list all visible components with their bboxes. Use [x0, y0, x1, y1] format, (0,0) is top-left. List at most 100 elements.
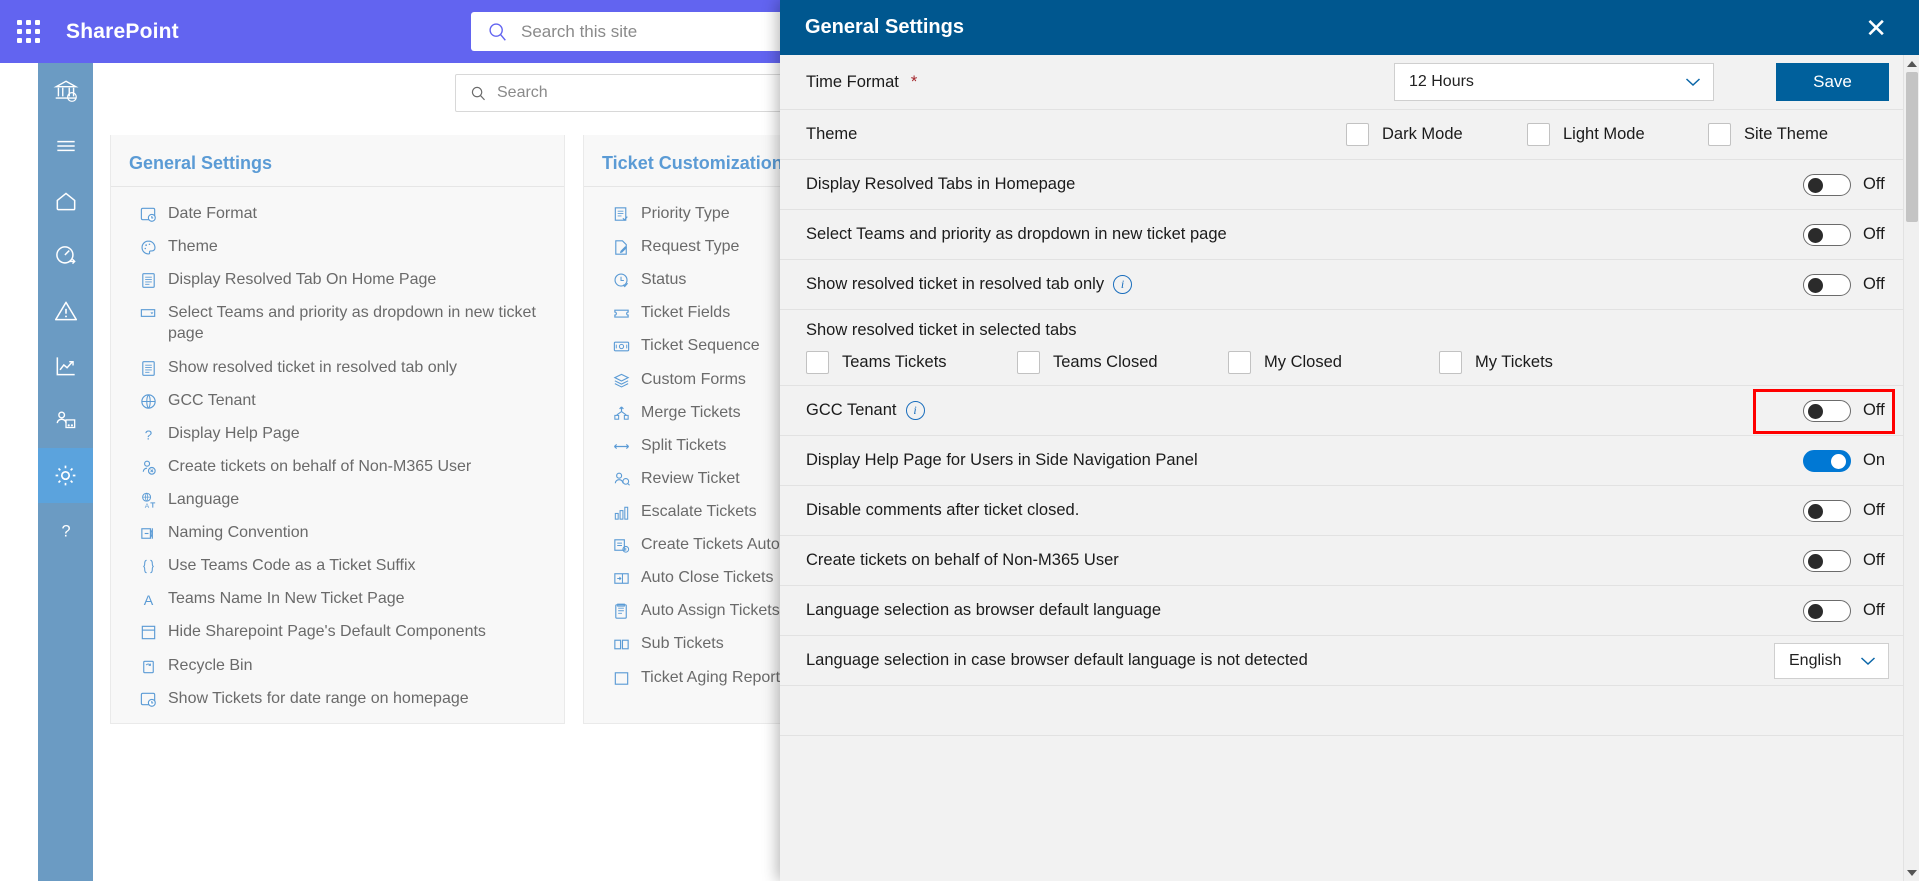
checkbox-dark-mode[interactable]: Dark Mode — [1346, 123, 1527, 146]
list-item[interactable]: Create tickets on behalf of Non-M365 Use… — [111, 450, 564, 483]
language-browser-default-toggle[interactable] — [1803, 599, 1851, 622]
rail-item-analytics[interactable] — [38, 338, 93, 393]
list-item[interactable]: Select Teams and priority as dropdown in… — [111, 296, 564, 350]
layers-icon — [613, 373, 630, 388]
toggle-knob — [1831, 453, 1846, 469]
row-time-format: Time Format * 12 Hours Save — [780, 55, 1903, 110]
panel-scrollbar[interactable] — [1903, 55, 1919, 881]
checkbox-box[interactable] — [1527, 123, 1550, 146]
sharepoint-brand[interactable]: SharePoint — [66, 20, 179, 44]
list-item[interactable]: GCC Tenant — [111, 384, 564, 417]
list-item[interactable]: ? Display Help Page — [111, 417, 564, 450]
info-icon[interactable]: i — [905, 401, 925, 420]
checkbox-teams-closed[interactable]: Teams Closed — [1017, 351, 1228, 374]
checkbox-box[interactable] — [1439, 351, 1462, 374]
gcc-tenant-label: GCC Tenant i — [806, 401, 1779, 420]
checkbox-box[interactable] — [1708, 123, 1731, 146]
review-user-icon — [614, 472, 630, 486]
auto-assign-icon — [615, 603, 627, 620]
merge-icon — [614, 406, 629, 420]
save-button[interactable]: Save — [1776, 63, 1889, 101]
checkbox-label: Site Theme — [1744, 125, 1829, 143]
list-item[interactable]: Show Tickets for date range on homepage — [111, 682, 564, 715]
scroll-down-arrow-icon[interactable] — [1904, 864, 1919, 881]
time-format-select[interactable]: 12 Hours — [1394, 63, 1714, 101]
list-item[interactable]: Use Teams Code as a Ticket Suffix — [111, 549, 564, 582]
toggle-knob — [1808, 603, 1823, 619]
language-fallback-value: English — [1789, 651, 1842, 669]
app-launcher-icon[interactable] — [0, 0, 56, 63]
list-item[interactable]: Recycle Bin — [111, 649, 564, 682]
list-item[interactable]: Theme — [111, 230, 564, 263]
checkbox-teams-tickets[interactable]: Teams Tickets — [806, 351, 1017, 374]
list-item-label: Display Help Page — [168, 424, 300, 442]
rail-item-home[interactable] — [38, 173, 93, 228]
site-search-placeholder: Search this site — [521, 21, 638, 41]
display-resolved-tabs-toggle[interactable] — [1803, 173, 1851, 196]
rail-item-teams[interactable] — [38, 393, 93, 448]
checkbox-my-tickets[interactable]: My Tickets — [1439, 351, 1650, 374]
time-format-label: Time Format * — [806, 73, 1394, 92]
checkbox-box[interactable] — [1017, 351, 1040, 374]
create-tickets-non-m365-toggle[interactable] — [1803, 549, 1851, 572]
toggle-knob — [1808, 403, 1823, 419]
rail-item-menu[interactable] — [38, 118, 93, 173]
chevron-down-icon — [1860, 656, 1876, 665]
rail-item-help[interactable]: ? — [38, 503, 93, 558]
page-search-placeholder: Search — [497, 84, 548, 101]
list-item-label: Select Teams and priority as dropdown in… — [168, 304, 536, 343]
list-item-label: Auto Assign Tickets — [641, 602, 780, 620]
list-item-label: Ticket Aging Reports — [641, 668, 789, 686]
checkbox-label: My Closed — [1264, 353, 1342, 371]
hamburger-menu-icon — [56, 140, 75, 151]
checkbox-box[interactable] — [1228, 351, 1251, 374]
rail-item-alerts[interactable] — [38, 283, 93, 338]
clock-status-icon — [614, 273, 629, 288]
info-icon[interactable]: i — [1113, 275, 1133, 294]
checkbox-my-closed[interactable]: My Closed — [1228, 351, 1439, 374]
dropdown-icon — [140, 309, 156, 318]
show-resolved-tab-only-toggle[interactable] — [1803, 273, 1851, 296]
checkbox-site-theme[interactable]: Site Theme — [1708, 123, 1889, 146]
list-item[interactable]: Display Resolved Tab On Home Page — [111, 263, 564, 296]
list-item-label: Review Ticket — [641, 469, 740, 487]
row-gcc-tenant: GCC Tenant i Off — [780, 386, 1903, 436]
language-fallback-select[interactable]: English — [1774, 642, 1889, 679]
translate-icon: A — [142, 492, 156, 510]
row-create-tickets-non-m365: Create tickets on behalf of Non-M365 Use… — [780, 536, 1903, 586]
document-icon — [142, 360, 155, 376]
scrollbar-thumb[interactable] — [1906, 72, 1918, 222]
list-item[interactable]: Naming Convention — [111, 516, 564, 549]
list-item[interactable]: A Teams Name In New Ticket Page — [111, 582, 564, 615]
close-icon[interactable]: ✕ — [1859, 11, 1893, 45]
toggle-knob — [1808, 277, 1823, 293]
toggle-knob — [1808, 553, 1823, 569]
rail-item-dashboard[interactable] — [38, 228, 93, 283]
scroll-up-arrow-icon[interactable] — [1904, 55, 1919, 72]
list-item-label: Teams Name In New Ticket Page — [168, 590, 405, 608]
checkbox-box[interactable] — [1346, 123, 1369, 146]
alert-warning-icon — [54, 301, 77, 320]
checkbox-light-mode[interactable]: Light Mode — [1527, 123, 1708, 146]
toggle-state: Off — [1863, 601, 1885, 619]
svg-text:?: ? — [61, 522, 70, 540]
toggle-knob — [1808, 503, 1823, 519]
select-teams-priority-toggle[interactable] — [1803, 223, 1851, 246]
list-item[interactable]: Show resolved ticket in resolved tab onl… — [111, 351, 564, 384]
display-help-page-toggle[interactable] — [1803, 449, 1851, 472]
svg-text:A: A — [144, 594, 154, 610]
list-item[interactable]: Hide Sharepoint Page's Default Component… — [111, 615, 564, 648]
rail-item-institution[interactable] — [38, 63, 93, 118]
list-item[interactable]: Date Format — [111, 197, 564, 230]
request-edit-icon — [615, 240, 628, 255]
list-item-label: Status — [641, 271, 687, 289]
gcc-tenant-toggle[interactable] — [1803, 399, 1851, 422]
rail-item-settings[interactable] — [38, 448, 93, 503]
selected-tabs-label: Show resolved ticket in selected tabs — [806, 321, 1077, 339]
priority-list-icon — [614, 207, 628, 221]
list-item-label: Custom Forms — [641, 370, 746, 388]
checkbox-box[interactable] — [806, 351, 829, 374]
disable-comments-toggle[interactable] — [1803, 499, 1851, 522]
card-general-settings: General Settings Date Format Theme Displ… — [110, 135, 565, 724]
list-item[interactable]: A Language — [111, 483, 564, 516]
